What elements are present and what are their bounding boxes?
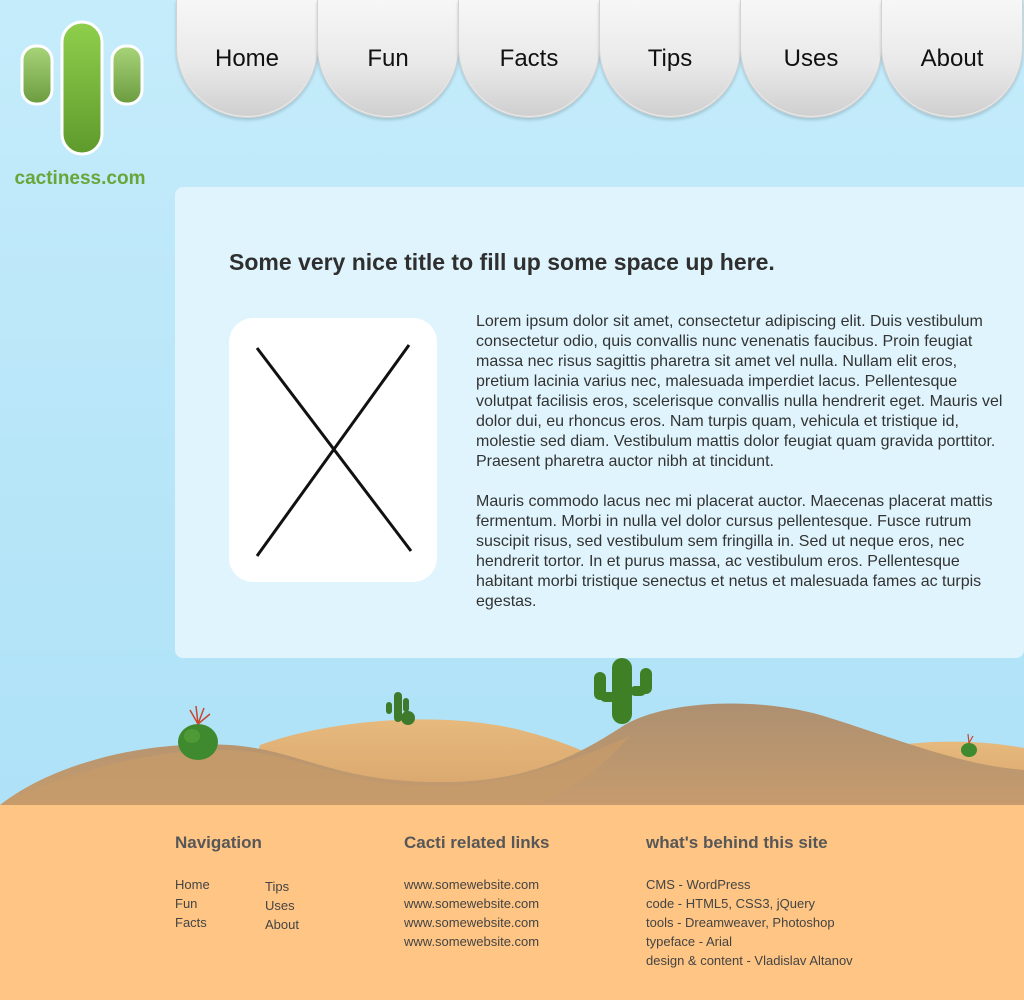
footer-info-line: code - HTML5, CSS3, jQuery (646, 896, 816, 911)
footer-link-home[interactable]: Home (175, 875, 210, 894)
nav-label: Facts (499, 45, 559, 72)
footer-info-line: design & content - Vladislav Altanov (646, 953, 853, 968)
image-placeholder (229, 318, 437, 582)
nav-item-about[interactable]: About (881, 0, 1023, 118)
cactus-ball-icon (178, 705, 218, 760)
nav-item-uses[interactable]: Uses (740, 0, 882, 118)
cactus-tiny-icon (961, 733, 977, 757)
site-logo[interactable]: cactiness.com (0, 0, 176, 200)
footer-info-line: tools - Dreamweaver, Photoshop (646, 915, 835, 930)
nav-label: About (920, 45, 984, 72)
nav-item-facts[interactable]: Facts (458, 0, 600, 118)
footer-link-fun[interactable]: Fun (175, 894, 210, 913)
nav-label: Fun (367, 45, 409, 72)
footer-navigation: Navigation Home Fun Facts Tips Uses Abou… (175, 833, 395, 932)
footer-external-link[interactable]: www.somewebsite.com (404, 932, 624, 951)
cactus-saguaro-icon (594, 658, 652, 724)
footer-heading: Navigation (175, 833, 262, 852)
article-text: Lorem ipsum dolor sit amet, consectetur … (476, 312, 1014, 632)
desert-illustration (0, 658, 1024, 810)
footer-links: Cacti related links www.somewebsite.com … (404, 833, 624, 951)
footer-nav-col: Tips Uses About (265, 877, 299, 934)
paragraph: Mauris commodo lacus nec mi placerat auc… (476, 493, 993, 610)
content-panel: Some very nice title to fill up some spa… (175, 187, 1024, 658)
nav-label: Home (214, 45, 280, 72)
nav-label: Tips (647, 45, 693, 72)
footer-nav-col: Home Fun Facts (175, 875, 210, 932)
page-title: Some very nice title to fill up some spa… (229, 249, 775, 275)
nav-item-tips[interactable]: Tips (599, 0, 741, 118)
footer-link-uses[interactable]: Uses (265, 896, 299, 915)
footer-external-link[interactable]: www.somewebsite.com (404, 894, 624, 913)
footer-external-link[interactable]: www.somewebsite.com (404, 875, 624, 894)
nav-item-fun[interactable]: Fun (317, 0, 459, 118)
footer-link-facts[interactable]: Facts (175, 913, 210, 932)
paragraph: Lorem ipsum dolor sit amet, consectetur … (476, 313, 1003, 470)
main-nav: Home Fun Facts Tips Uses About (176, 0, 1024, 120)
footer-behind: what's behind this site CMS - WordPress … (646, 833, 946, 970)
footer-link-tips[interactable]: Tips (265, 877, 299, 896)
nav-label: Uses (783, 45, 839, 72)
logo-text: cactiness.com (14, 168, 146, 189)
site-footer: Navigation Home Fun Facts Tips Uses Abou… (0, 805, 1024, 1000)
footer-external-link[interactable]: www.somewebsite.com (404, 913, 624, 932)
cactus-logo-icon (20, 20, 144, 156)
footer-info-line: typeface - Arial (646, 934, 732, 949)
footer-link-about[interactable]: About (265, 915, 299, 934)
nav-item-home[interactable]: Home (176, 0, 318, 118)
footer-heading: Cacti related links (404, 833, 550, 852)
footer-heading: what's behind this site (646, 833, 828, 852)
cactus-small-icon (386, 692, 415, 725)
footer-info-line: CMS - WordPress (646, 877, 751, 892)
image-placeholder-x-icon (255, 344, 413, 557)
